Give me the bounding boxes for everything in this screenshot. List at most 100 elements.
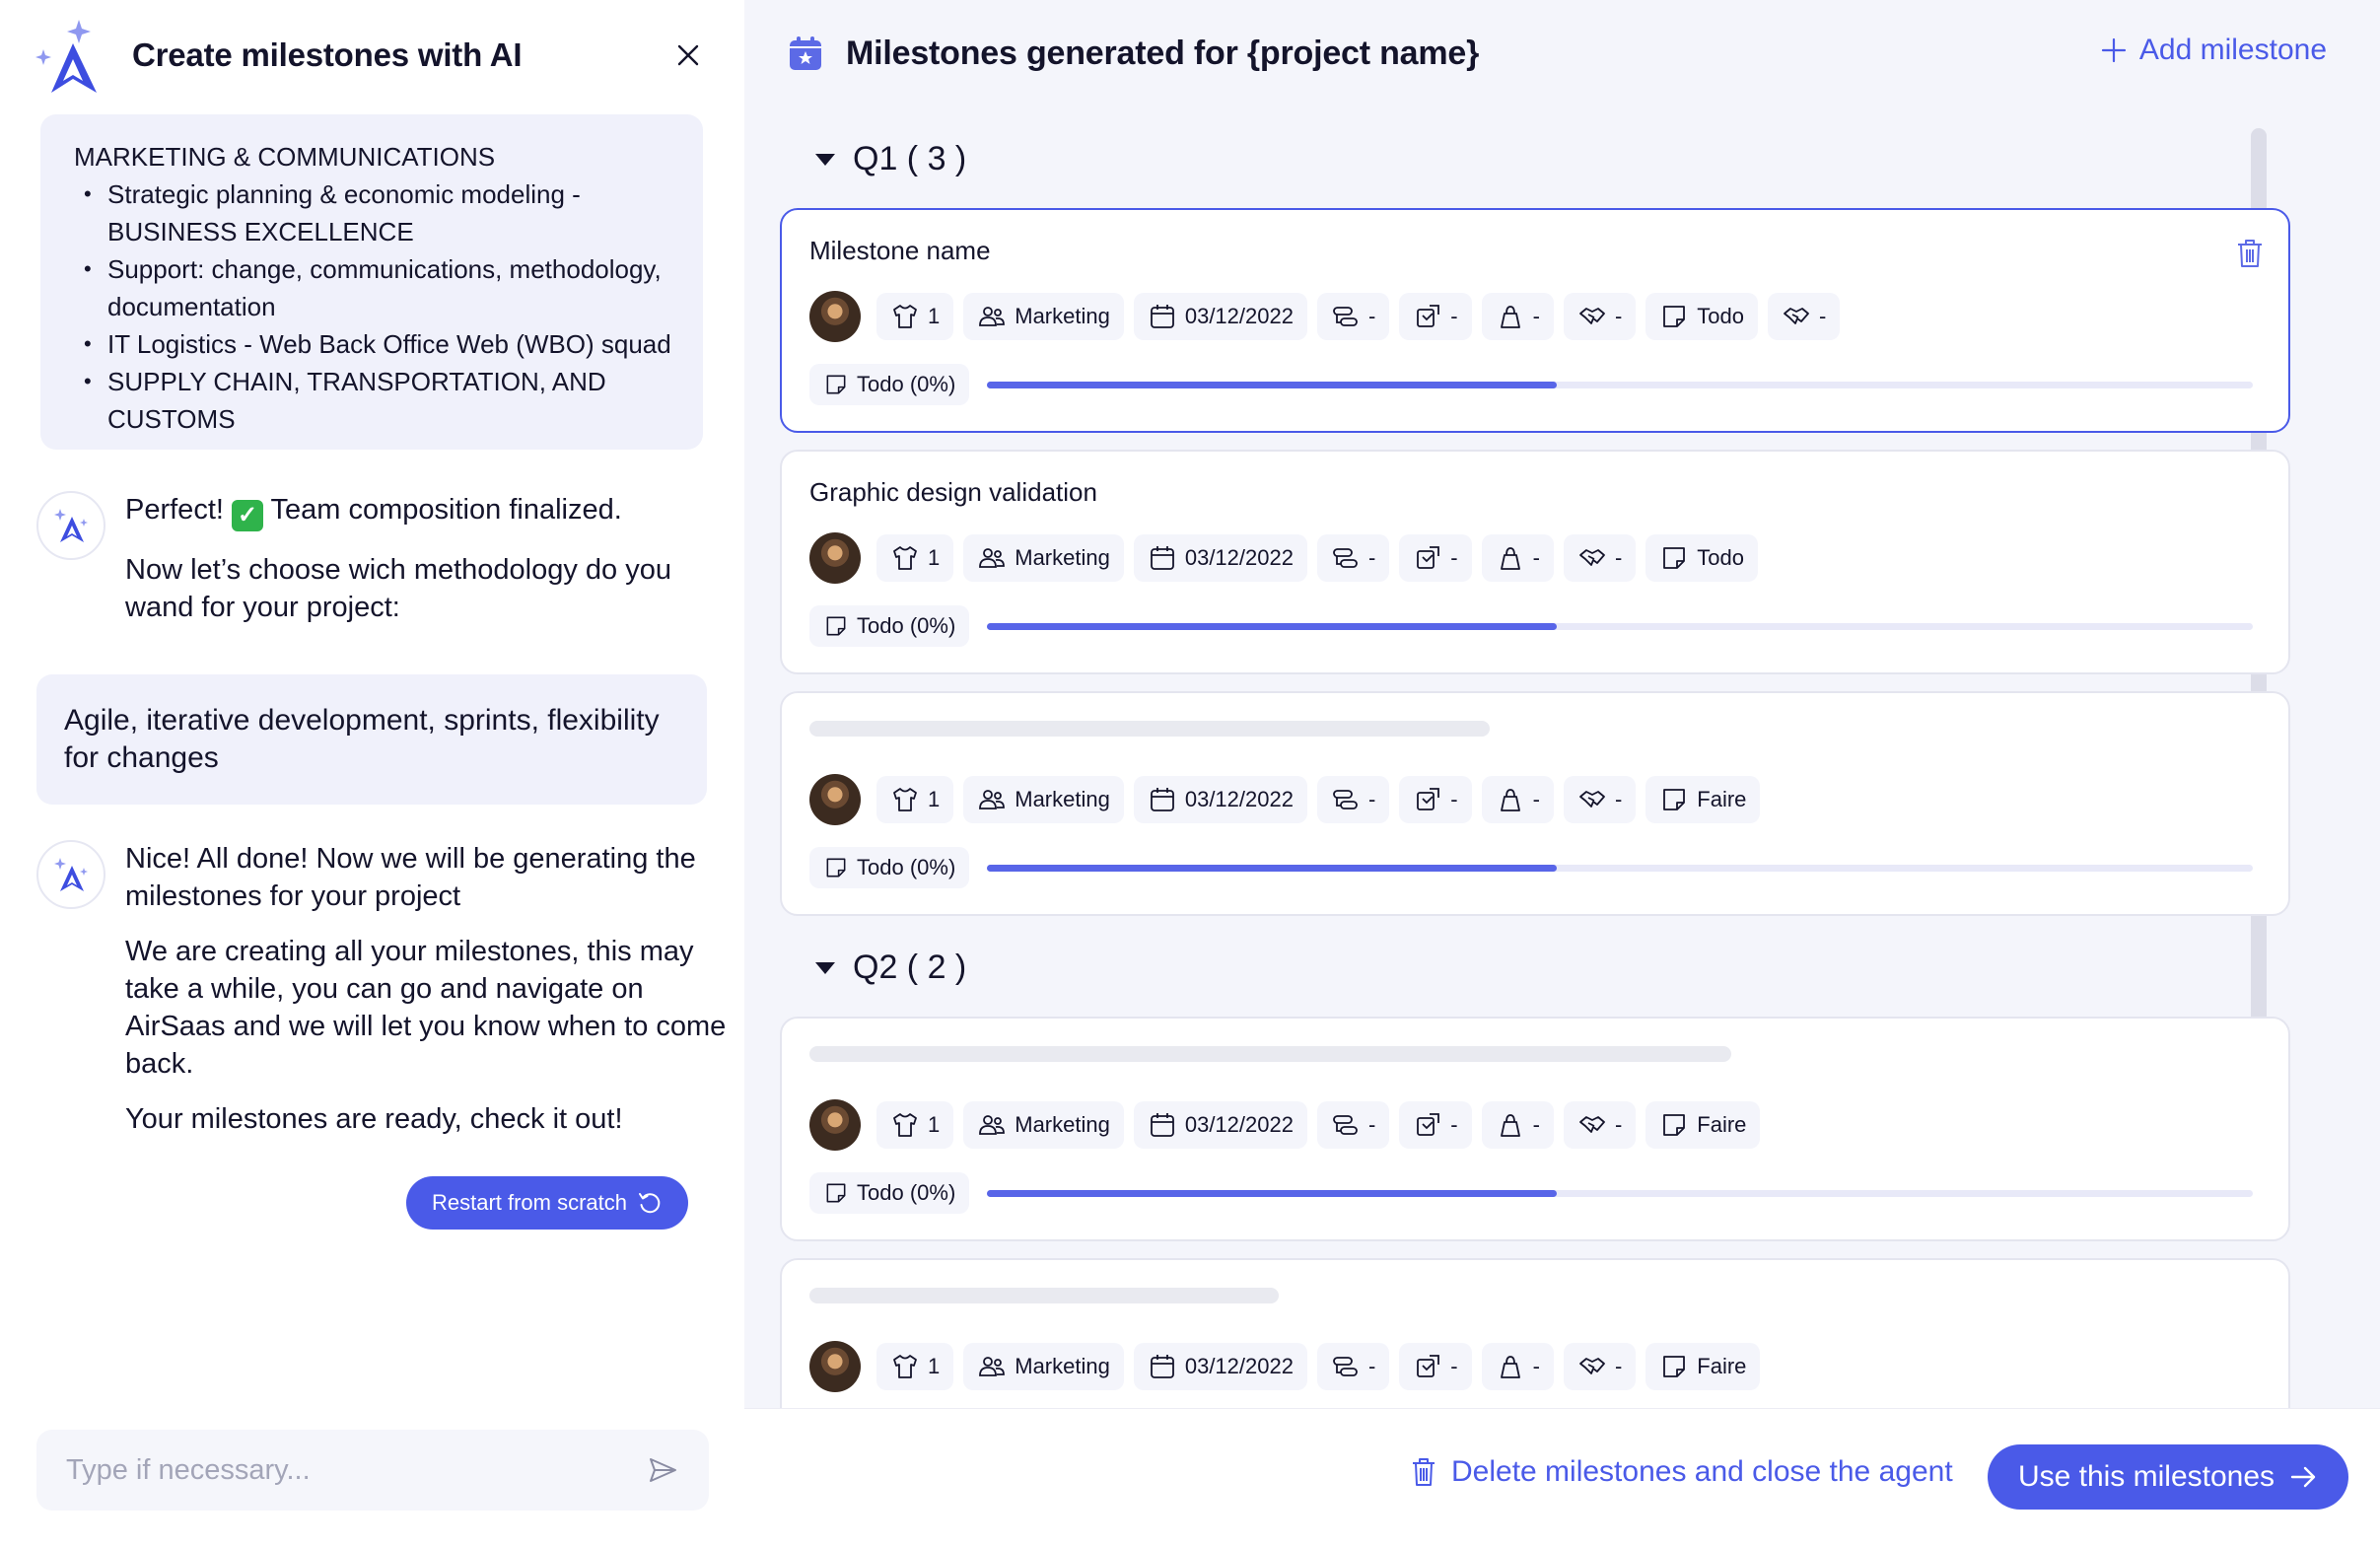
tshirt-size-chip[interactable]: 1 — [876, 534, 954, 582]
handshake-chip[interactable]: - — [1563, 1101, 1637, 1149]
milestone-title[interactable]: Milestone name — [809, 236, 991, 266]
progress-label: Todo (0%) — [857, 1180, 956, 1205]
progress-bar — [987, 865, 2253, 872]
note-icon — [826, 1183, 846, 1203]
status-chip[interactable]: Todo — [1645, 534, 1758, 582]
chat-header: Create milestones with AI — [35, 14, 706, 97]
team-chip-value: Marketing — [1015, 545, 1110, 570]
puzzle-icon — [1417, 1113, 1440, 1136]
progress-row: Todo (0%) — [809, 364, 2253, 405]
tshirt-size-chip[interactable]: 1 — [876, 1101, 954, 1149]
context-summary: MARKETING & COMMUNICATIONS Strategic pla… — [40, 114, 703, 450]
close-icon[interactable] — [670, 37, 706, 73]
team-chip[interactable]: Marketing — [963, 1343, 1124, 1390]
puzzle-chip[interactable]: - — [1399, 1101, 1472, 1149]
owner-avatar[interactable] — [809, 1099, 861, 1151]
owner-avatar[interactable] — [809, 774, 861, 825]
budget-chip-value: - — [1532, 545, 1540, 570]
use-milestones-button[interactable]: Use this milestones — [1988, 1444, 2348, 1510]
flow-chip-value: - — [1367, 1354, 1376, 1378]
chat-input[interactable] — [66, 1453, 646, 1487]
status-icon — [1663, 789, 1686, 810]
delete-milestone-button[interactable] — [2235, 238, 2265, 269]
owner-avatar[interactable] — [809, 1341, 861, 1392]
milestone-card[interactable]: Milestone name 1 Marketing 03/12/2022 - - - - To… — [780, 208, 2290, 433]
budget-chip[interactable]: - — [1481, 1343, 1554, 1390]
puzzle-icon — [1417, 788, 1440, 810]
commitment-chip[interactable]: - — [1767, 293, 1841, 340]
team-chip[interactable]: Marketing — [963, 534, 1124, 582]
quarter-toggle-q1[interactable]: Q1 ( 3 ) — [815, 140, 966, 178]
owner-avatar[interactable] — [809, 291, 861, 342]
add-milestone-button[interactable]: Add milestone — [2100, 34, 2327, 67]
tshirt-size-chip[interactable]: 1 — [876, 776, 954, 823]
date-icon — [1150, 305, 1174, 328]
puzzle-chip[interactable]: - — [1399, 1343, 1472, 1390]
note-icon — [826, 858, 846, 878]
puzzle-chip[interactable]: - — [1399, 534, 1472, 582]
puzzle-icon — [1417, 546, 1440, 569]
flow-chip[interactable]: - — [1316, 776, 1390, 823]
calendar-star-icon — [790, 36, 821, 70]
milestone-meta: 1 Marketing 03/12/2022 - - - - Todo — [809, 532, 1758, 584]
flow-chip[interactable]: - — [1316, 293, 1390, 340]
handshake-chip[interactable]: - — [1563, 534, 1637, 582]
date-chip[interactable]: 03/12/2022 — [1133, 776, 1307, 823]
note-icon — [826, 616, 846, 636]
date-chip[interactable]: 03/12/2022 — [1133, 534, 1307, 582]
progress-row: Todo (0%) — [809, 1172, 2253, 1214]
quarter-toggle-q2[interactable]: Q2 ( 2 ) — [815, 949, 966, 987]
status-icon — [1663, 1356, 1686, 1377]
milestone-card[interactable]: 1Marketing03/12/2022----FaireTodo (0%) — [780, 1258, 2290, 1408]
date-icon — [1150, 1113, 1174, 1137]
milestones-panel: Milestones generated for {project name} … — [744, 0, 2380, 1547]
handshake-chip[interactable]: - — [1563, 293, 1637, 340]
date-chip[interactable]: 03/12/2022 — [1133, 1343, 1307, 1390]
team-chip[interactable]: Marketing — [963, 293, 1124, 340]
status-chip[interactable]: Faire — [1645, 776, 1761, 823]
milestone-card[interactable]: 1Marketing03/12/2022----FaireTodo (0%) — [780, 1017, 2290, 1241]
flow-icon — [1333, 548, 1358, 568]
restart-button[interactable]: Restart from scratch — [406, 1176, 688, 1230]
send-icon[interactable] — [646, 1453, 679, 1487]
status-chip[interactable]: Faire — [1645, 1101, 1761, 1149]
flow-chip[interactable]: - — [1316, 1343, 1390, 1390]
progress-status: Todo (0%) — [809, 364, 970, 405]
status-chip[interactable]: Faire — [1645, 1343, 1761, 1390]
tshirt-size-chip[interactable]: 1 — [876, 1343, 954, 1390]
progress-status: Todo (0%) — [809, 847, 970, 888]
budget-chip[interactable]: - — [1481, 293, 1554, 340]
owner-avatar[interactable] — [809, 532, 861, 584]
check-mark-icon: ✓ — [232, 500, 263, 531]
flow-chip[interactable]: - — [1316, 534, 1390, 582]
flow-chip[interactable]: - — [1316, 1101, 1390, 1149]
milestone-title[interactable]: Graphic design validation — [809, 477, 1097, 508]
budget-chip[interactable]: - — [1481, 1101, 1554, 1149]
date-chip[interactable]: 03/12/2022 — [1133, 1101, 1307, 1149]
date-icon — [1150, 788, 1174, 811]
budget-icon — [1500, 547, 1520, 570]
milestone-card[interactable]: Graphic design validation 1 Marketing 03/12… — [780, 450, 2290, 674]
date-chip[interactable]: 03/12/2022 — [1133, 293, 1307, 340]
budget-chip-value: - — [1532, 1354, 1540, 1378]
milestone-card[interactable]: 1Marketing03/12/2022----FaireTodo (0%) — [780, 691, 2290, 916]
handshake-chip[interactable]: - — [1563, 1343, 1637, 1390]
milestone-meta: 1 Marketing 03/12/2022 - - - - Faire — [809, 1099, 1761, 1151]
tshirt-size-chip[interactable]: 1 — [876, 293, 954, 340]
trash-icon — [1413, 1458, 1435, 1486]
puzzle-chip[interactable]: - — [1399, 776, 1472, 823]
delete-milestones-button[interactable]: Delete milestones and close the agent — [1410, 1455, 1953, 1489]
handshake-chip[interactable]: - — [1563, 776, 1637, 823]
status-chip[interactable]: Todo — [1645, 293, 1758, 340]
puzzle-chip-value: - — [1450, 787, 1458, 811]
budget-chip[interactable]: - — [1481, 534, 1554, 582]
puzzle-icon — [1417, 305, 1440, 327]
team-icon — [979, 548, 1006, 568]
team-chip[interactable]: Marketing — [963, 1101, 1124, 1149]
budget-chip[interactable]: - — [1481, 776, 1554, 823]
team-chip[interactable]: Marketing — [963, 776, 1124, 823]
puzzle-chip[interactable]: - — [1399, 293, 1472, 340]
plus-icon — [2101, 37, 2126, 63]
status-chip-value: Faire — [1697, 1354, 1747, 1378]
ai-line-suffix: Team composition finalized. — [270, 494, 622, 526]
